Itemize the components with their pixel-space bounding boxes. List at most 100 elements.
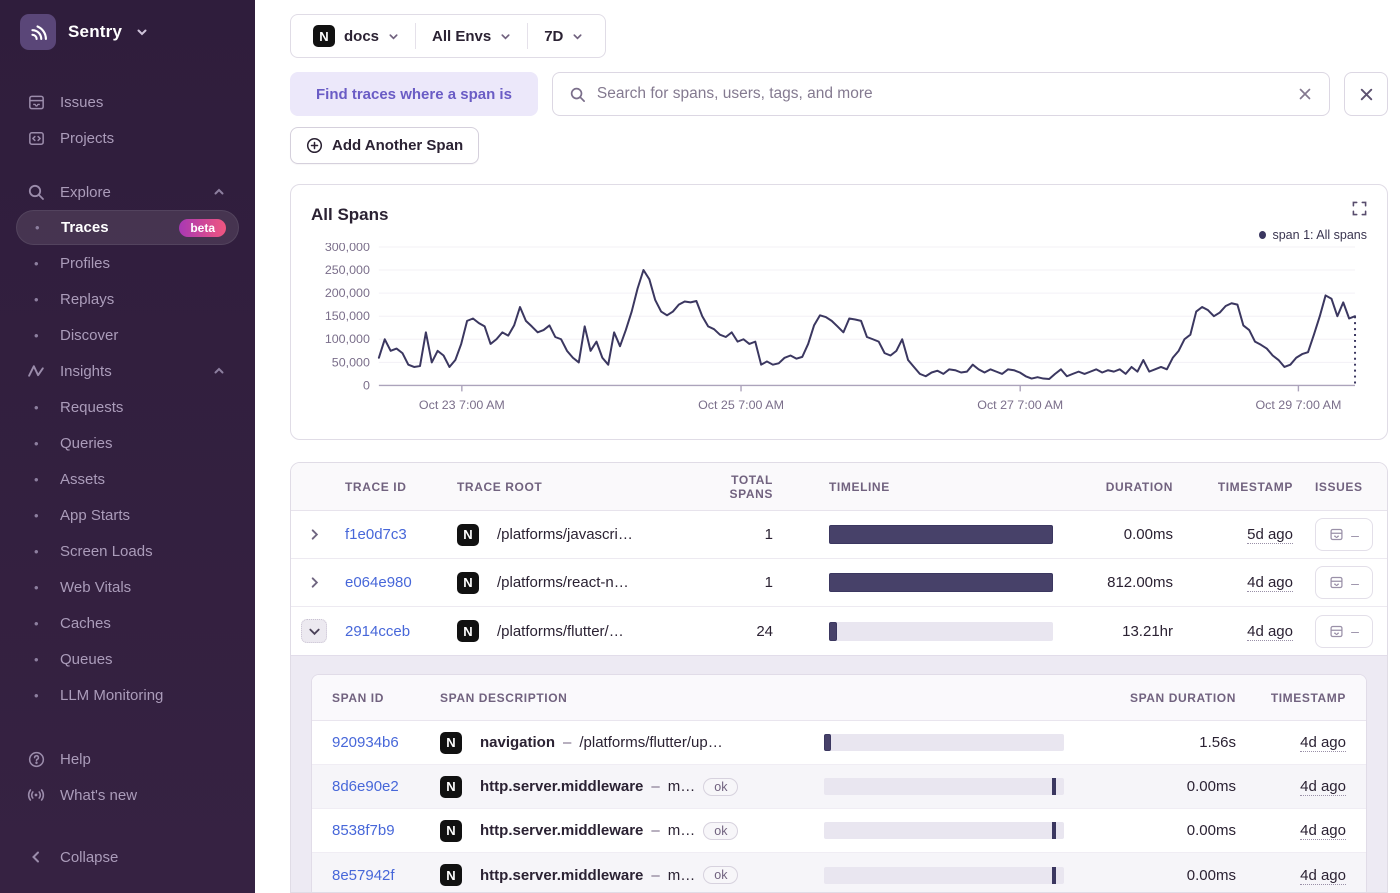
col-trace-id: TRACE ID	[345, 479, 407, 494]
add-another-span-button[interactable]: Add Another Span	[290, 127, 480, 164]
x-axis-label: Oct 23 7:00 AM	[419, 398, 505, 412]
sidebar-item-web-vitals[interactable]: • Web Vitals	[16, 569, 239, 605]
span-id-link[interactable]: 8d6e90e2	[332, 778, 399, 795]
issues-count-empty: –	[1351, 623, 1359, 639]
trace-row[interactable]: f1e0d7c3 N /platforms/javascri… 1 0.00ms…	[291, 511, 1387, 559]
sidebar-item-replays[interactable]: • Replays	[16, 281, 239, 317]
trace-row[interactable]: 2914cceb N /platforms/flutter/… 24 13.21…	[291, 607, 1387, 655]
main-content: N docs All Envs 7D Find traces where a s…	[255, 0, 1400, 893]
span-id-link[interactable]: 920934b6	[332, 734, 399, 751]
org-switcher[interactable]: Sentry	[0, 14, 255, 50]
legend-label: span 1: All spans	[1272, 228, 1367, 242]
sidebar-item-issues[interactable]: Issues	[0, 84, 255, 120]
trace-id-link[interactable]: f1e0d7c3	[345, 526, 407, 543]
collapse-button[interactable]: Collapse	[0, 839, 255, 875]
trace-root: /platforms/react-n…	[497, 574, 629, 591]
sidebar-section-insights[interactable]: Insights	[0, 353, 255, 389]
span-op: http.server.middleware	[480, 778, 644, 795]
environment-selector[interactable]: All Envs	[416, 28, 527, 45]
col-issues: ISSUES	[1315, 479, 1363, 494]
span-row[interactable]: 8d6e90e2 N http.server.middleware – m… o…	[312, 765, 1366, 809]
span-op: http.server.middleware	[480, 866, 644, 884]
sidebar-item-traces[interactable]: • Traces beta	[16, 210, 239, 245]
bullet-icon: •	[34, 471, 39, 487]
nextjs-platform-icon: N	[457, 523, 479, 546]
fullscreen-icon[interactable]	[1352, 199, 1367, 216]
chart-legend: span 1: All spans	[311, 227, 1367, 243]
sidebar-item-help[interactable]: Help	[0, 741, 255, 777]
total-spans: 1	[764, 574, 773, 591]
search-icon	[569, 86, 586, 103]
span-row[interactable]: 920934b6 N navigation – /platforms/flutt…	[312, 721, 1366, 765]
sidebar-item-label: What's new	[60, 786, 138, 804]
span-row[interactable]: 8538f7b9 N http.server.middleware – m… o…	[312, 809, 1366, 853]
add-span-label: Add Another Span	[332, 137, 464, 154]
sidebar-item-label: Caches	[60, 614, 111, 632]
sidebar-item-label: App Starts	[60, 506, 131, 524]
sidebar-item-queues[interactable]: • Queues	[16, 641, 239, 677]
sidebar-item-label: Issues	[60, 93, 104, 111]
chevron-up-icon[interactable]	[213, 365, 225, 377]
trace-row[interactable]: e064e980 N /platforms/react-n… 1 812.00m…	[291, 559, 1387, 607]
timestamp[interactable]: 4d ago	[1300, 822, 1346, 840]
sidebar-item-llm-monitoring[interactable]: • LLM Monitoring	[16, 677, 239, 713]
sidebar-item-label: Discover	[60, 326, 119, 344]
explore-items: • Traces beta • Profiles • Replays • Dis…	[0, 210, 255, 353]
y-axis-label: 300,000	[325, 243, 370, 254]
span-id-link[interactable]: 8538f7b9	[332, 822, 395, 839]
nextjs-platform-icon: N	[440, 731, 462, 754]
sidebar-footer: Help What's new Collapse	[0, 741, 255, 875]
clear-search-icon[interactable]	[1297, 86, 1313, 102]
timestamp[interactable]: 5d ago	[1247, 526, 1293, 544]
issues-button[interactable]: –	[1315, 566, 1373, 599]
chevron-right-icon[interactable]	[308, 576, 321, 589]
span-op: http.server.middleware	[480, 822, 644, 839]
issues-count-empty: –	[1351, 574, 1359, 591]
timestamp[interactable]: 4d ago	[1300, 734, 1346, 752]
sidebar-item-requests[interactable]: • Requests	[16, 389, 239, 425]
collapse-label: Collapse	[60, 848, 119, 866]
sidebar-item-assets[interactable]: • Assets	[16, 461, 239, 497]
issues-button[interactable]: –	[1315, 614, 1373, 648]
issues-button[interactable]: –	[1315, 518, 1373, 551]
sidebar-item-caches[interactable]: • Caches	[16, 605, 239, 641]
sidebar-item-queries[interactable]: • Queries	[16, 425, 239, 461]
col-timestamp: TIMESTAMP	[1217, 479, 1293, 494]
chevron-up-icon[interactable]	[213, 186, 225, 198]
timestamp[interactable]: 4d ago	[1300, 778, 1346, 796]
status-badge: ok	[703, 777, 739, 796]
trace-root: /platforms/flutter/…	[497, 622, 624, 640]
sidebar-item-profiles[interactable]: • Profiles	[16, 245, 239, 281]
trace-id-link[interactable]: e064e980	[345, 574, 412, 591]
sidebar-item-app-starts[interactable]: • App Starts	[16, 497, 239, 533]
help-icon	[26, 749, 46, 769]
span-id-link[interactable]: 8e57942f	[332, 867, 395, 884]
trace-id-link[interactable]: 2914cceb	[345, 623, 410, 640]
sidebar-item-label: Replays	[60, 290, 115, 308]
sidebar-item-what-s-new[interactable]: What's new	[0, 777, 255, 813]
all-spans-chart-card: All Spans span 1: All spans 0 50,000 100,0…	[290, 184, 1388, 440]
sidebar-item-screen-loads[interactable]: • Screen Loads	[16, 533, 239, 569]
bullet-icon: •	[34, 687, 39, 703]
search-icon	[26, 182, 46, 202]
sidebar-item-discover[interactable]: • Discover	[16, 317, 239, 353]
span-search-box[interactable]	[551, 72, 1330, 116]
chevron-down-icon	[572, 31, 583, 42]
sidebar-section-explore[interactable]: Explore	[0, 174, 255, 210]
span-row[interactable]: 8e57942f N http.server.middleware – m… o…	[312, 853, 1366, 892]
chevron-right-icon[interactable]	[308, 528, 321, 541]
duration: 812.00ms	[1107, 574, 1173, 591]
project-selector[interactable]: N docs	[297, 25, 415, 47]
chevron-down-icon[interactable]	[301, 619, 327, 643]
timeline-bar	[829, 621, 1053, 641]
plus-circle-icon	[306, 137, 323, 154]
span-search-input[interactable]	[596, 85, 1286, 103]
sidebar-item-projects[interactable]: Projects	[0, 120, 255, 156]
timestamp[interactable]: 4d ago	[1247, 622, 1293, 641]
timestamp[interactable]: 4d ago	[1300, 866, 1346, 885]
col-span-timestamp: TIMESTAMP	[1270, 690, 1346, 705]
timestamp[interactable]: 4d ago	[1247, 574, 1293, 592]
date-range-selector[interactable]: 7D	[528, 28, 599, 45]
remove-span-filter-button[interactable]	[1344, 72, 1388, 116]
timeline-bar	[829, 573, 1053, 592]
